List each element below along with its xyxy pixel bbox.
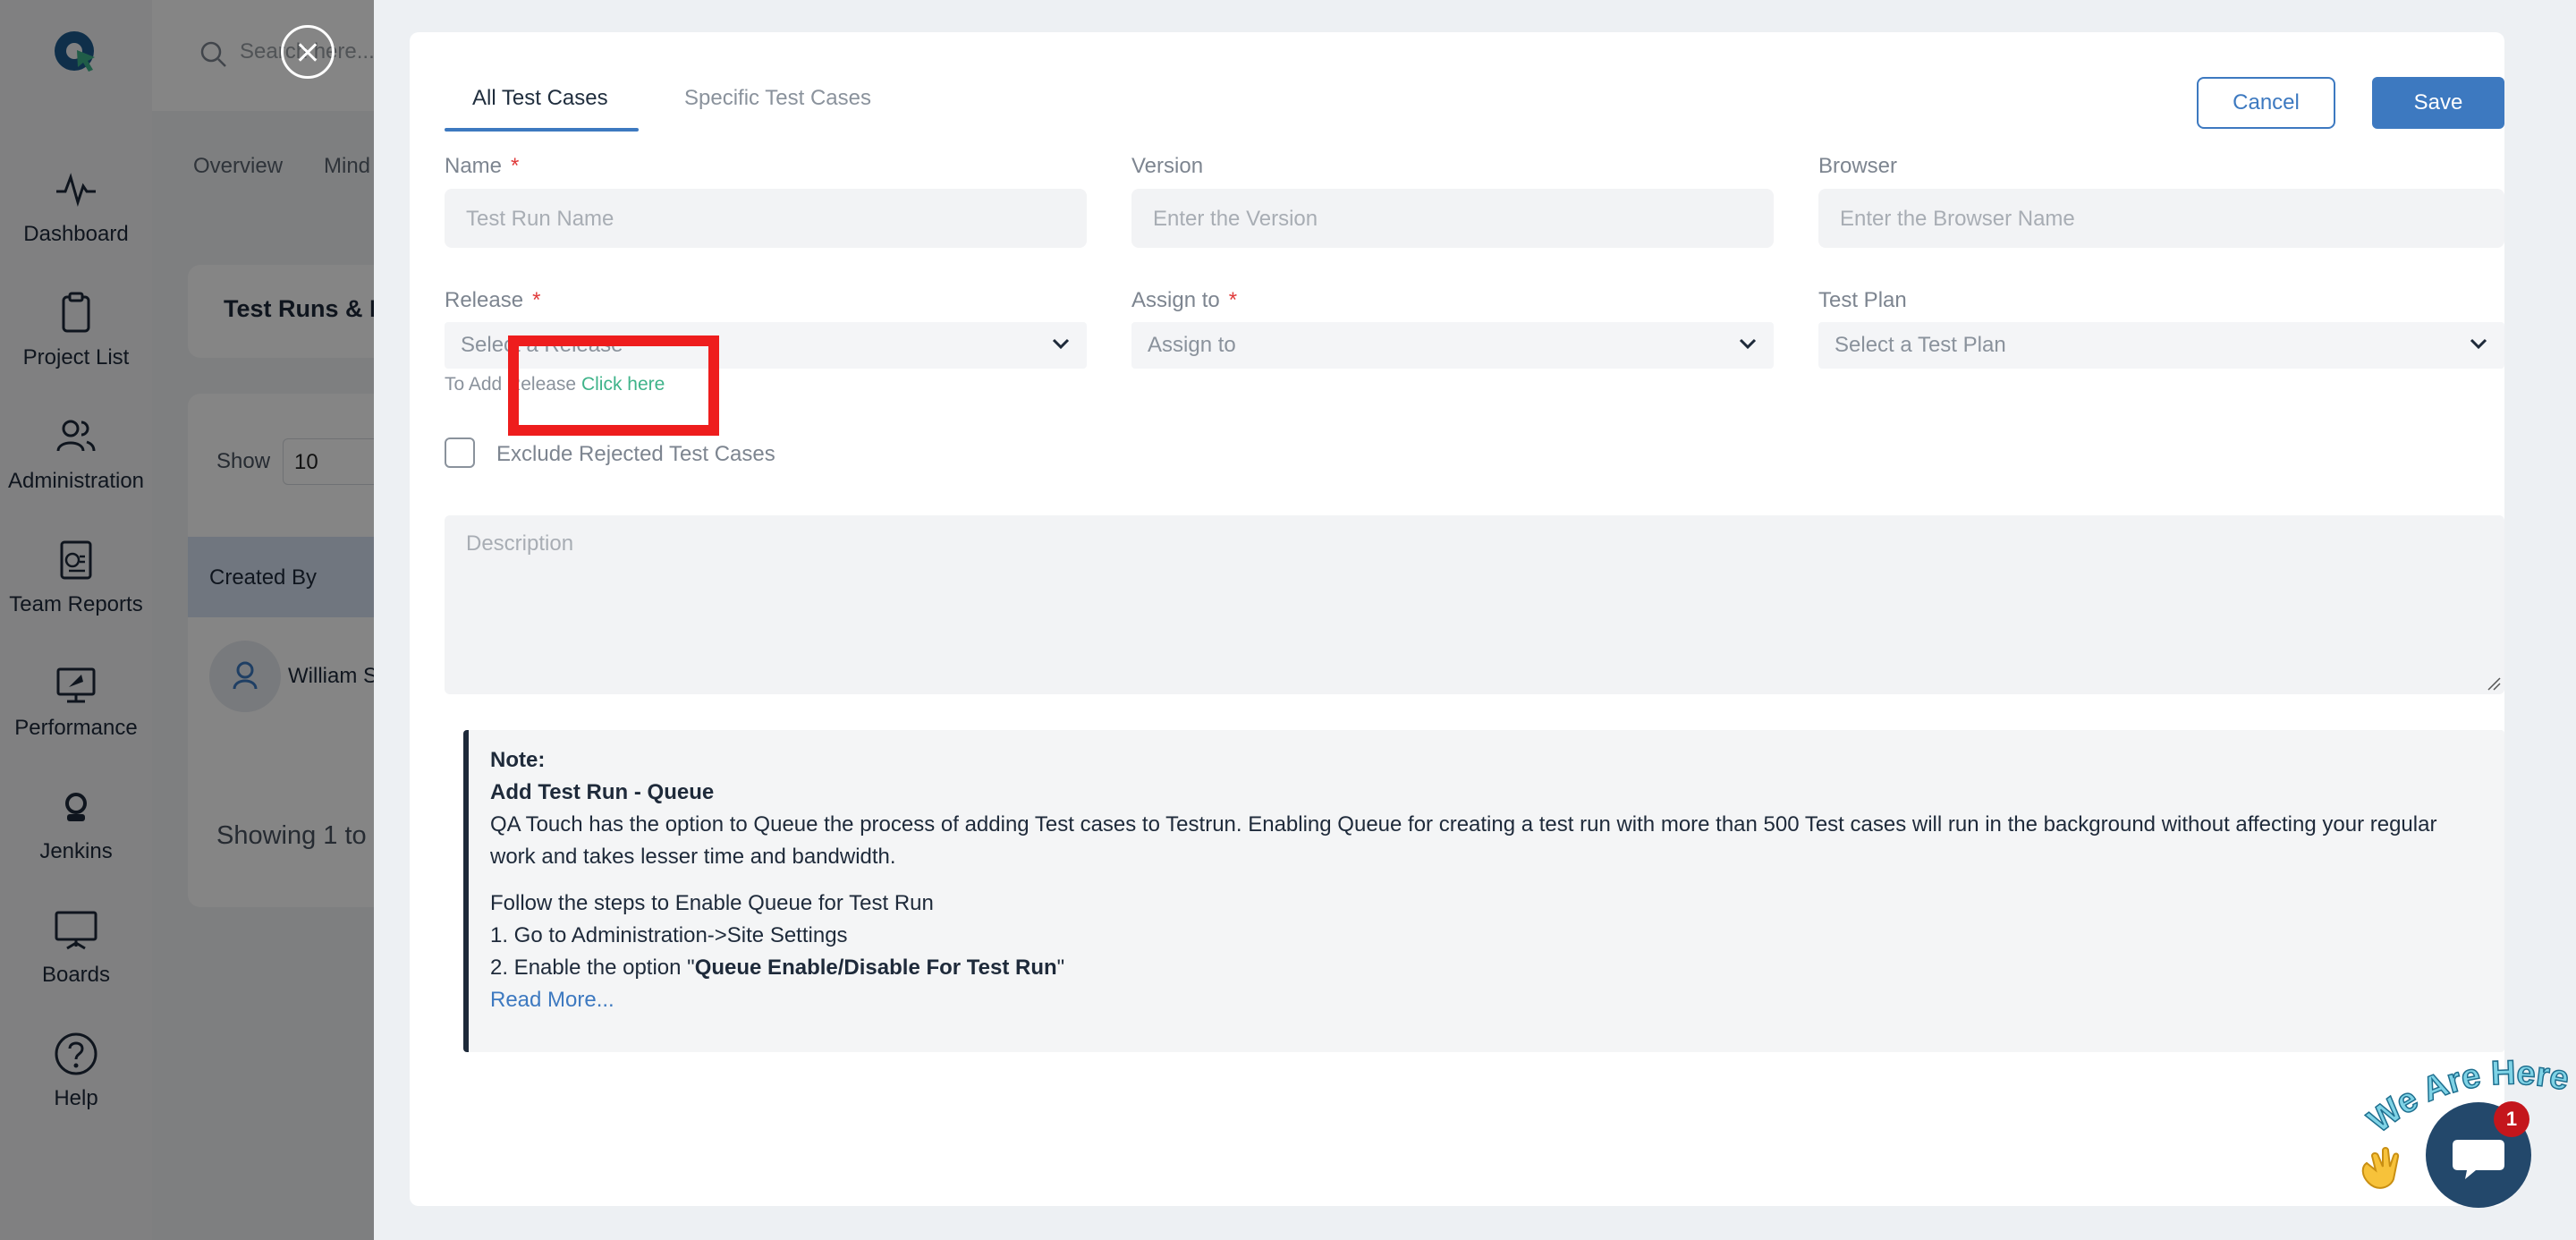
release-label: Release * [445, 288, 540, 313]
tab-specific-test-cases[interactable]: Specific Test Cases [684, 86, 871, 111]
browser-label: Browser [1818, 154, 1898, 178]
assign-to-label-text: Assign to [1131, 288, 1220, 312]
note-step-2: 2. Enable the option "Queue Enable/Disab… [490, 952, 2483, 984]
description-textarea[interactable]: Description [445, 515, 2504, 694]
note-step-2-prefix: 2. Enable the option " [490, 955, 695, 980]
version-input[interactable]: Enter the Version [1131, 189, 1774, 248]
save-button[interactable]: Save [2372, 77, 2504, 129]
assign-to-select[interactable]: Assign to [1131, 322, 1774, 369]
required-marker: * [1228, 288, 1238, 312]
description-placeholder: Description [466, 531, 574, 556]
chevron-down-icon [1739, 338, 1757, 350]
release-select-value: Select a Release [461, 333, 623, 357]
release-select[interactable]: Select a Release [445, 322, 1087, 369]
assign-to-select-value: Assign to [1148, 333, 1236, 357]
release-helper-prefix: To Add Release [445, 374, 577, 395]
note-step-2-suffix: " [1056, 955, 1065, 980]
chevron-down-icon [2470, 338, 2487, 350]
chevron-down-icon [1052, 338, 1070, 350]
unread-count-badge: 1 [2494, 1101, 2529, 1137]
close-modal-button[interactable] [281, 25, 335, 79]
required-marker: * [511, 154, 520, 178]
resize-grip-icon[interactable] [2487, 676, 2501, 691]
name-label-text: Name [445, 154, 503, 178]
queue-note: Note: Add Test Run - Queue QA Touch has … [463, 730, 2504, 1052]
test-plan-select[interactable]: Select a Test Plan [1818, 322, 2504, 369]
read-more-link[interactable]: Read More... [490, 984, 614, 1016]
version-label: Version [1131, 154, 1204, 178]
release-label-text: Release [445, 288, 524, 312]
exclude-rejected-label: Exclude Rejected Test Cases [496, 442, 775, 466]
test-plan-label: Test Plan [1818, 288, 1907, 312]
release-helper-text: To Add Release Click here [445, 374, 665, 395]
cancel-button[interactable]: Cancel [2197, 77, 2335, 129]
test-plan-select-value: Select a Test Plan [1835, 333, 2006, 357]
note-steps-intro: Follow the steps to Enable Queue for Tes… [490, 891, 934, 915]
note-body: QA Touch has the option to Queue the pro… [490, 812, 2437, 869]
required-marker: * [532, 288, 541, 312]
exclude-rejected-checkbox[interactable] [445, 437, 475, 468]
note-step-1: 1. Go to Administration->Site Settings [490, 923, 848, 947]
add-release-link[interactable]: Click here [581, 374, 665, 395]
wave-hand-icon [2361, 1147, 2400, 1189]
browser-input[interactable]: Enter the Browser Name [1818, 189, 2504, 248]
name-input[interactable]: Test Run Name [445, 189, 1087, 248]
name-label: Name * [445, 154, 519, 179]
tab-all-test-cases[interactable]: All Test Cases [472, 86, 608, 111]
assign-to-label: Assign to * [1131, 288, 1237, 313]
active-tab-indicator [445, 128, 639, 132]
note-title: Add Test Run - Queue [490, 780, 715, 804]
note-step-2-bold: Queue Enable/Disable For Test Run [694, 955, 1057, 980]
note-heading: Note: [490, 748, 546, 772]
